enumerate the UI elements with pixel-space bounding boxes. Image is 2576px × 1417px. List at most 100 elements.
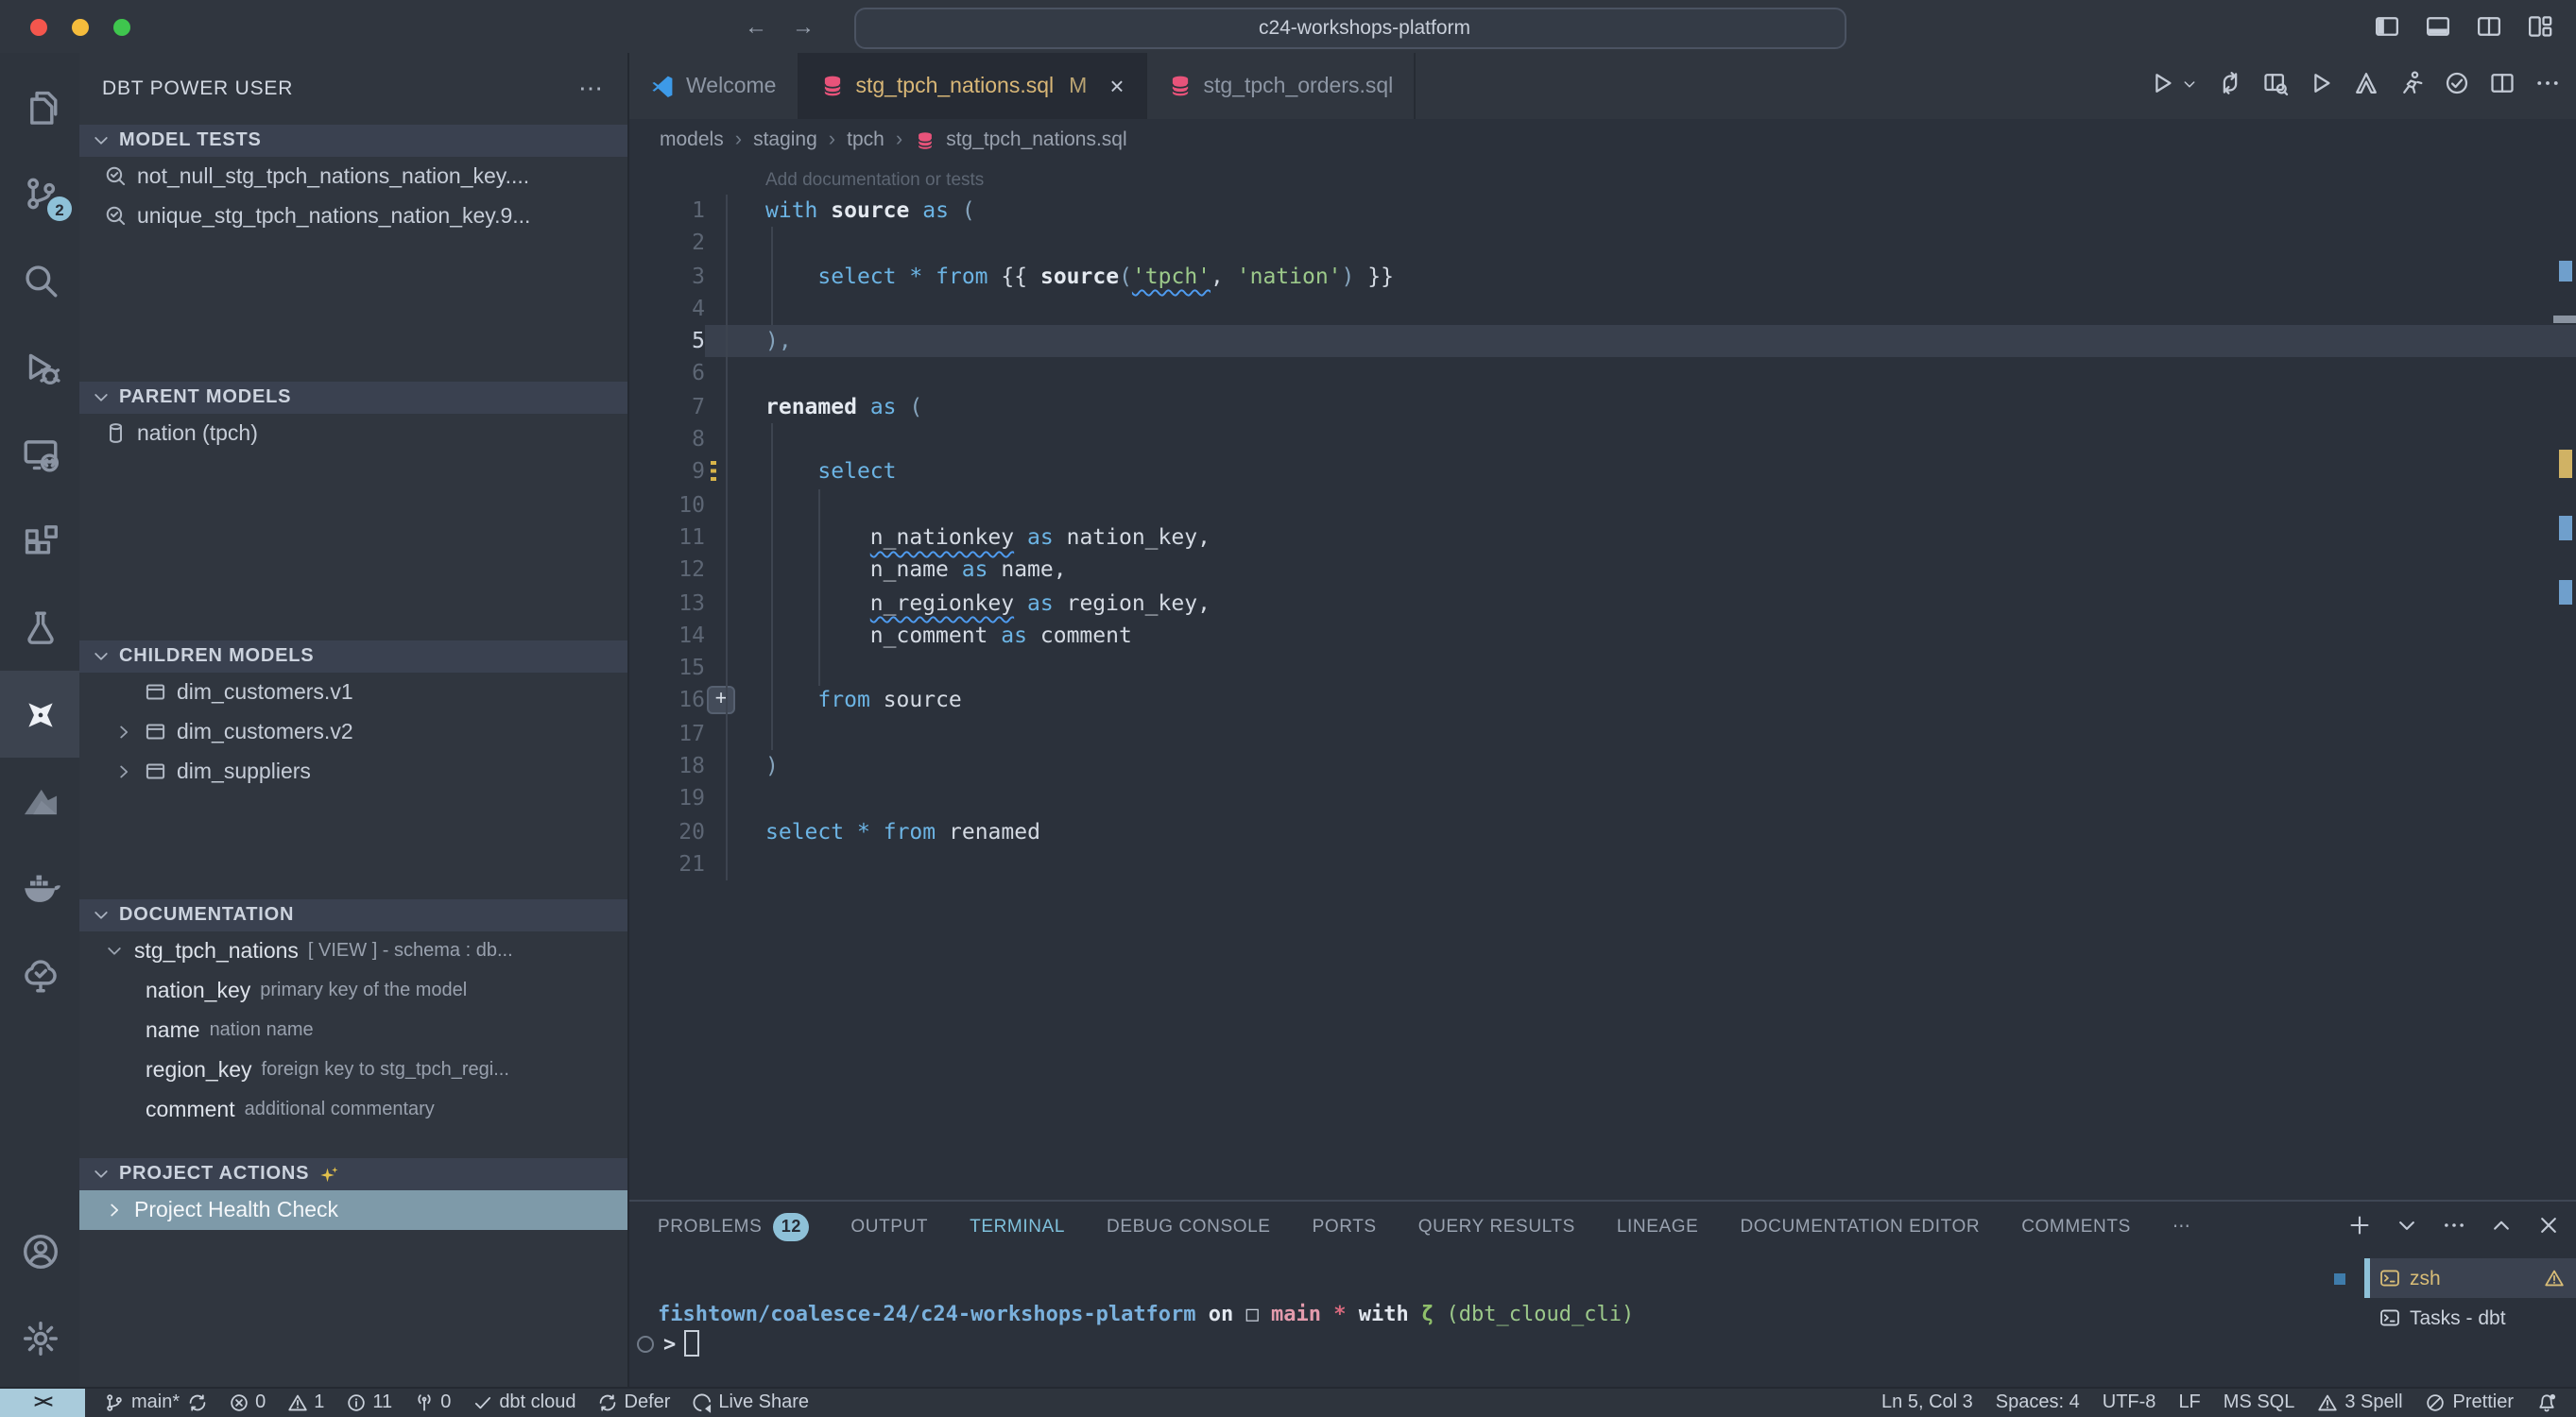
sidebar-item[interactable]: dim_customers.v1 xyxy=(79,673,627,712)
code-text[interactable] xyxy=(765,358,2576,391)
run-adhoc-button[interactable] xyxy=(2398,70,2425,102)
run-tests-button[interactable] xyxy=(2444,70,2470,102)
status-live-share[interactable]: Live Share xyxy=(691,1392,809,1413)
close-window-button[interactable] xyxy=(30,18,47,35)
code-text[interactable]: renamed as ( xyxy=(765,391,2576,424)
terminal-profile-dropdown-button[interactable] xyxy=(2395,1213,2419,1243)
sidebar-item[interactable]: Project Health Check xyxy=(79,1190,627,1230)
activity-item-extensions[interactable] xyxy=(0,497,79,584)
activity-item-docker[interactable] xyxy=(0,845,79,931)
status-errors[interactable]: 0 xyxy=(228,1392,266,1413)
run-dropdown-button[interactable] xyxy=(2194,75,2198,97)
panel-tab-problems[interactable]: PROBLEMS12 xyxy=(658,1212,809,1240)
panel-tab-documentation-editor[interactable]: DOCUMENTATION EDITOR xyxy=(1740,1216,1980,1237)
status-encoding[interactable]: UTF-8 xyxy=(2103,1392,2156,1413)
status-dbt-cloud-status[interactable]: dbt cloud xyxy=(472,1392,575,1413)
codelens-action[interactable]: Add documentation or tests xyxy=(765,166,2576,195)
execute-sql-button[interactable] xyxy=(2308,70,2334,102)
sidebar-item[interactable]: commentadditional commentary xyxy=(79,1090,627,1130)
navigate-back-button[interactable]: ← xyxy=(745,12,767,39)
run-model-button[interactable] xyxy=(2149,70,2175,102)
section-header[interactable]: MODEL TESTS xyxy=(79,125,627,157)
activity-item-explorer[interactable] xyxy=(0,62,79,149)
section-header[interactable]: PROJECT ACTIONS xyxy=(79,1158,627,1190)
breadcrumb[interactable]: models›staging›tpch›stg_tpch_nations.sql xyxy=(629,119,2576,161)
remote-indicator[interactable]: >< xyxy=(0,1389,85,1417)
code-text[interactable]: select * from renamed xyxy=(765,815,2576,848)
code-text[interactable]: n_comment as comment xyxy=(765,620,2576,653)
section-header[interactable]: DOCUMENTATION xyxy=(79,899,627,931)
split-editor-layout-button[interactable] xyxy=(2476,13,2502,45)
code-text[interactable]: with source as ( xyxy=(765,195,2576,228)
status-git-branch-status[interactable]: main* xyxy=(104,1392,207,1413)
status-warnings[interactable]: 1 xyxy=(286,1392,324,1413)
code-text[interactable] xyxy=(765,652,2576,685)
code-text[interactable]: n_regionkey as region_key, xyxy=(765,587,2576,620)
activity-item-accounts[interactable] xyxy=(0,1207,79,1294)
panel-more-button[interactable] xyxy=(2442,1213,2466,1243)
activity-item-dbt-power-user[interactable] xyxy=(0,671,79,758)
tab-stg-tpch-orders-sql[interactable]: stg_tpch_orders.sql xyxy=(1147,53,1417,119)
code-text[interactable]: select xyxy=(765,456,2576,489)
command-center-search[interactable]: c24-workshops-platform xyxy=(854,7,1846,48)
section-header[interactable]: PARENT MODELS xyxy=(79,382,627,414)
panel-tab-terminal[interactable]: TERMINAL xyxy=(970,1216,1065,1237)
zoom-window-button[interactable] xyxy=(113,18,130,35)
panel-tab-debug-console[interactable]: DEBUG CONSOLE xyxy=(1107,1216,1271,1237)
tab-stg-tpch-nations-sql[interactable]: stg_tpch_nations.sqlM× xyxy=(799,53,1146,119)
status-language-mode[interactable]: MS SQL xyxy=(2224,1392,2295,1413)
activity-item-search[interactable] xyxy=(0,236,79,323)
status-spell-checker[interactable]: 3 Spell xyxy=(2317,1392,2402,1413)
toggle-panel-button[interactable] xyxy=(2425,13,2451,45)
tab-welcome[interactable]: Welcome xyxy=(629,53,799,119)
code-text[interactable]: from source xyxy=(765,685,2576,718)
status-prettier[interactable]: Prettier xyxy=(2426,1392,2514,1413)
overview-ruler[interactable] xyxy=(2553,161,2576,1200)
sidebar-item[interactable]: dim_suppliers xyxy=(79,752,627,792)
code-text[interactable] xyxy=(765,423,2576,456)
activity-item-run-debug[interactable] xyxy=(0,323,79,410)
code-text[interactable]: ), xyxy=(765,325,2576,358)
sidebar-item[interactable]: unique_stg_tpch_nations_nation_key.9... xyxy=(79,196,627,236)
gutter-add-button[interactable]: + xyxy=(707,687,735,715)
model-lineage-button[interactable] xyxy=(2217,70,2243,102)
new-terminal-button[interactable] xyxy=(2347,1213,2372,1243)
status-notifications[interactable] xyxy=(2536,1392,2557,1413)
navigate-forward-button[interactable]: → xyxy=(792,12,815,39)
code-text[interactable] xyxy=(765,783,2576,816)
panel-tab-ports[interactable]: PORTS xyxy=(1313,1216,1377,1237)
panel-tab-lineage[interactable]: LINEAGE xyxy=(1617,1216,1699,1237)
activity-item-source-control[interactable]: 2 xyxy=(0,149,79,236)
status-defer[interactable]: Defer xyxy=(597,1392,671,1413)
query-preview-button[interactable] xyxy=(2262,70,2289,102)
code-editor[interactable]: Add documentation or tests 1with source … xyxy=(629,161,2576,1200)
terminal-tab-zsh[interactable]: zsh xyxy=(2364,1258,2576,1298)
code-text[interactable]: n_name as name, xyxy=(765,555,2576,588)
terminal-tab-tasks-dbt[interactable]: Tasks - dbt xyxy=(2364,1298,2576,1338)
sidebar-item[interactable]: namenation name xyxy=(79,1011,627,1050)
code-text[interactable]: select * from {{ source('tpch', 'nation'… xyxy=(765,260,2576,293)
sidebar-item[interactable]: dim_customers.v2 xyxy=(79,712,627,752)
code-text[interactable]: n_nationkey as nation_key, xyxy=(765,521,2576,555)
activity-item-dbt-cloud[interactable] xyxy=(0,758,79,845)
terminal-view[interactable]: fishtown/coalesce-24/c24-workshops-platf… xyxy=(629,1251,2349,1389)
sidebar-item[interactable]: not_null_stg_tpch_nations_nation_key.... xyxy=(79,157,627,196)
panel-tab-query-results[interactable]: QUERY RESULTS xyxy=(1418,1216,1575,1237)
status-infos[interactable]: 11 xyxy=(345,1392,392,1413)
status-eol[interactable]: LF xyxy=(2178,1392,2200,1413)
panel-tab-output[interactable]: OUTPUT xyxy=(850,1216,928,1237)
code-text[interactable] xyxy=(765,228,2576,261)
close-tab-icon[interactable]: × xyxy=(1109,72,1124,100)
panel-tab-comments[interactable]: COMMENTS xyxy=(2021,1216,2131,1237)
activity-item-testing[interactable] xyxy=(0,584,79,671)
status-cursor-position[interactable]: Ln 5, Col 3 xyxy=(1881,1392,1973,1413)
customize-layout-button[interactable] xyxy=(2527,13,2553,45)
code-text[interactable] xyxy=(765,718,2576,751)
status-ports-forwarded[interactable]: 0 xyxy=(413,1392,451,1413)
sidebar-more-actions-button[interactable]: ⋯ xyxy=(578,74,605,104)
toggle-sidebar-button[interactable] xyxy=(2374,13,2400,45)
code-text[interactable] xyxy=(765,488,2576,521)
split-editor-button[interactable] xyxy=(2489,70,2516,102)
close-panel-button[interactable] xyxy=(2536,1213,2561,1243)
code-text[interactable] xyxy=(765,293,2576,326)
